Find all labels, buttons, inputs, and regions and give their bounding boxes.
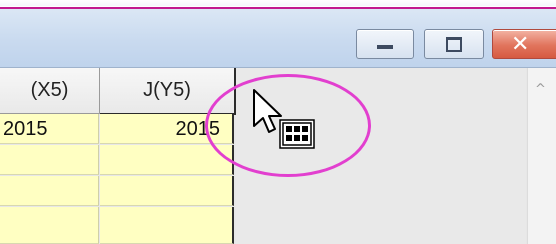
arrow-cursor-with-table-icon (253, 89, 315, 149)
table-cell[interactable] (100, 176, 234, 206)
window-titlebar[interactable]: ✕ (0, 9, 556, 68)
table-cell[interactable] (0, 145, 99, 175)
vertical-scrollbar[interactable]: ^ (527, 68, 556, 244)
column-header-x5[interactable]: (X5) (0, 68, 100, 114)
scroll-up-arrow-icon[interactable]: ^ (535, 82, 546, 97)
table-cell[interactable]: 2015 (0, 114, 99, 144)
close-icon: ✕ (511, 32, 530, 57)
close-button[interactable]: ✕ (492, 29, 556, 59)
minimize-button[interactable] (356, 29, 414, 59)
table-cell[interactable] (0, 176, 99, 206)
window-frame-top (0, 0, 556, 6)
maximize-icon (446, 37, 462, 52)
minimize-icon (377, 45, 393, 49)
table-cell[interactable] (0, 207, 99, 244)
maximize-button[interactable] (424, 29, 484, 59)
table-cell[interactable] (100, 207, 234, 244)
